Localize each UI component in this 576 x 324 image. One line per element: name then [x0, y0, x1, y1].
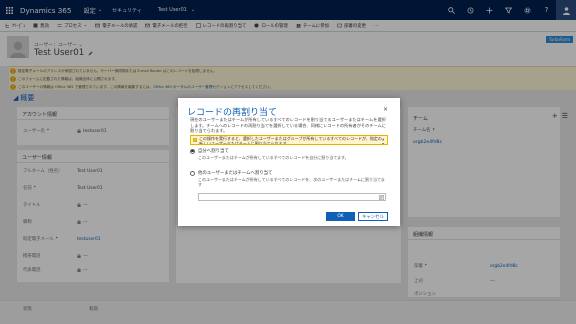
- dialog-description: 現在のユーザーまたはチームが所有しているすべてのレコードを割り当てるユーザーまた…: [190, 117, 386, 134]
- option-label: 自分へ割り当て: [198, 149, 229, 154]
- option-assign-to-other[interactable]: 他のユーザーまたはチームへ割り当て: [190, 170, 272, 176]
- warning-text: この操作を実行すると、選択したユーザーまたはグループが所有しているすべてのレコー…: [199, 136, 382, 145]
- user-team-lookup-input[interactable]: [198, 193, 386, 201]
- option-assign-to-me[interactable]: 自分へ割り当て: [190, 148, 229, 154]
- warning-icon: [193, 137, 197, 142]
- close-icon[interactable]: ×: [383, 106, 388, 113]
- lookup-icon: [379, 195, 384, 200]
- reassign-records-dialog: レコードの再割り当て × 現在のユーザーまたはチームが所有しているすべてのレコー…: [178, 98, 400, 226]
- ok-button[interactable]: OK: [326, 212, 355, 221]
- warning-scrollbar[interactable]: ▲ ▼: [382, 137, 385, 145]
- option-other-description: このユーザーまたはチームが所有しているすべてのレコードを、次のユーザーまたはチー…: [198, 177, 385, 188]
- scroll-down-icon: ▼: [382, 141, 385, 145]
- cancel-button[interactable]: キャンセル: [358, 212, 388, 221]
- option-label: 他のユーザーまたはチームへ割り当て: [198, 171, 273, 176]
- radio-assign-to-me[interactable]: [190, 148, 195, 154]
- radio-assign-to-other[interactable]: [190, 170, 195, 176]
- dialog-warning: この操作を実行すると、選択したユーザーまたはグループが所有しているすべてのレコー…: [190, 135, 388, 145]
- option-self-description: このユーザーまたはチームが所有しているすべてのレコードを自分に割り当てます。: [198, 155, 349, 160]
